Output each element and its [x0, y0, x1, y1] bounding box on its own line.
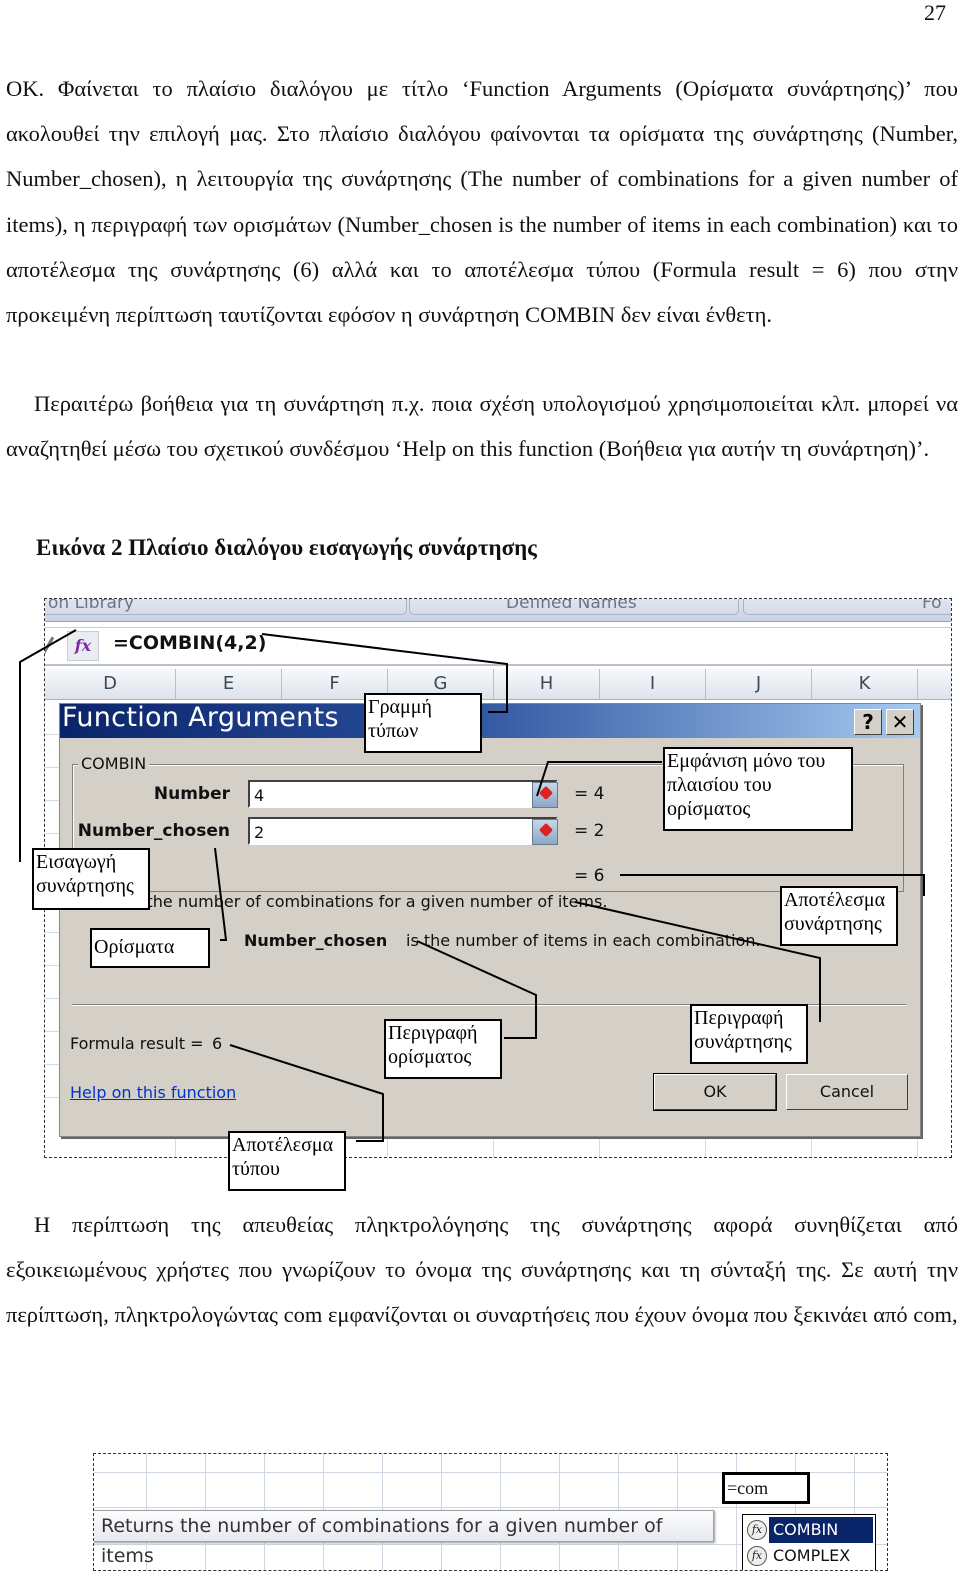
paragraph-1-text: ΟΚ. Φαίνεται το πλαίσιο διαλόγου με τίτλ…	[6, 76, 958, 328]
callout-collapse-dialog: Εμφάνιση μόνο του πλαισίου του ορίσματος	[663, 747, 853, 831]
figure-function-arguments: on Library Defined Names Fo fx =COMBIN(4…	[0, 590, 960, 1200]
page-number: 27	[924, 0, 946, 25]
callout-function-result: Αποτέλεσμα συνάρτησης	[780, 886, 898, 946]
autocomplete-item-combin[interactable]: fx COMBIN	[745, 1517, 873, 1543]
function-tooltip: Returns the number of combinations for a…	[94, 1510, 714, 1567]
callout-function-description: Περιγραφή συνάρτησης	[690, 1004, 808, 1064]
callout-insert-function: Εισαγωγή συνάρτησης	[32, 848, 150, 910]
paragraph-1: ΟΚ. Φαίνεται το πλαίσιο διαλόγου με τίτλ…	[6, 66, 958, 337]
autocomplete-item-complex[interactable]: fx COMPLEX	[745, 1543, 873, 1569]
callout-formula-bar: Γραμμή τύπων	[364, 693, 482, 753]
paragraph-2-text: Περαιτέρω βοήθεια για τη συνάρτηση π.χ. …	[6, 391, 958, 462]
callout-arg-description: Περιγραφή ορίσματος	[384, 1019, 502, 1079]
callout-arguments: Ορίσματα	[90, 928, 210, 968]
active-cell[interactable]: =com	[722, 1472, 810, 1504]
leader-formula-result	[229, 1044, 384, 1142]
autocomplete-item-label: COMBIN	[769, 1517, 873, 1543]
paragraph-3-text: Η περίπτωση της απευθείας πληκτρολόγησης…	[6, 1212, 958, 1328]
autocomplete-item-label: COMPLEX	[773, 1546, 851, 1565]
figure-caption: Εικόνα 2 Πλαίσιο διαλόγου εισαγωγής συνά…	[36, 535, 537, 560]
leader-insert-function	[19, 629, 77, 862]
figure-autocomplete: =com Returns the number of combinations …	[93, 1453, 888, 1571]
function-icon: fx	[747, 1520, 767, 1540]
paragraph-3: Η περίπτωση της απευθείας πληκτρολόγησης…	[6, 1202, 958, 1338]
leader-arguments	[214, 847, 228, 941]
autocomplete-list: fx COMBIN fx COMPLEX	[742, 1514, 876, 1570]
function-icon: fx	[747, 1546, 767, 1566]
leader-collapse-dialog	[536, 761, 662, 797]
callout-formula-result: Αποτέλεσμα τύπου	[228, 1131, 346, 1191]
paragraph-2: Περαιτέρω βοήθεια για τη συνάρτηση π.χ. …	[6, 381, 958, 471]
